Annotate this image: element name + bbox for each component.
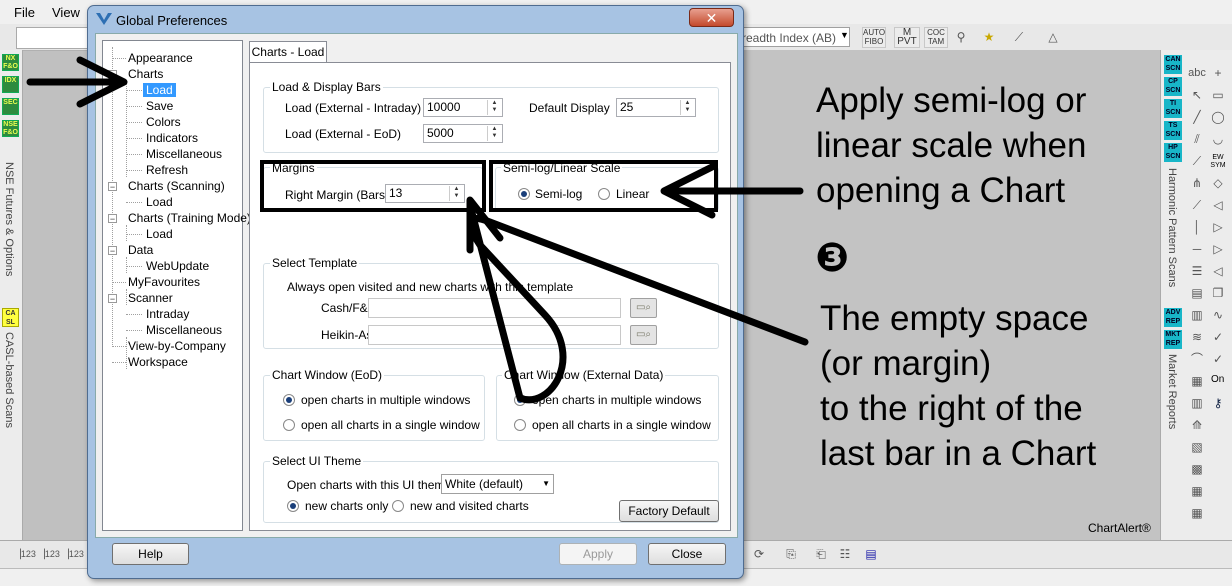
annotation-margin-line-2: (or margin): [820, 344, 992, 383]
arrow-to-margins: [466, 201, 809, 404]
annotation-margin-line-1: The empty space: [820, 299, 1089, 338]
annotation-scale-line-1: Apply semi-log or: [816, 81, 1087, 120]
annotation-scale-line-2: linear scale when: [816, 126, 1087, 165]
annotation-margin-line-3: to the right of the: [820, 389, 1083, 428]
step-number-3: ❸: [815, 236, 849, 280]
annotation-scale-line-3: opening a Chart: [816, 171, 1066, 210]
annotation-margin-line-4: last bar in a Chart: [820, 434, 1097, 473]
